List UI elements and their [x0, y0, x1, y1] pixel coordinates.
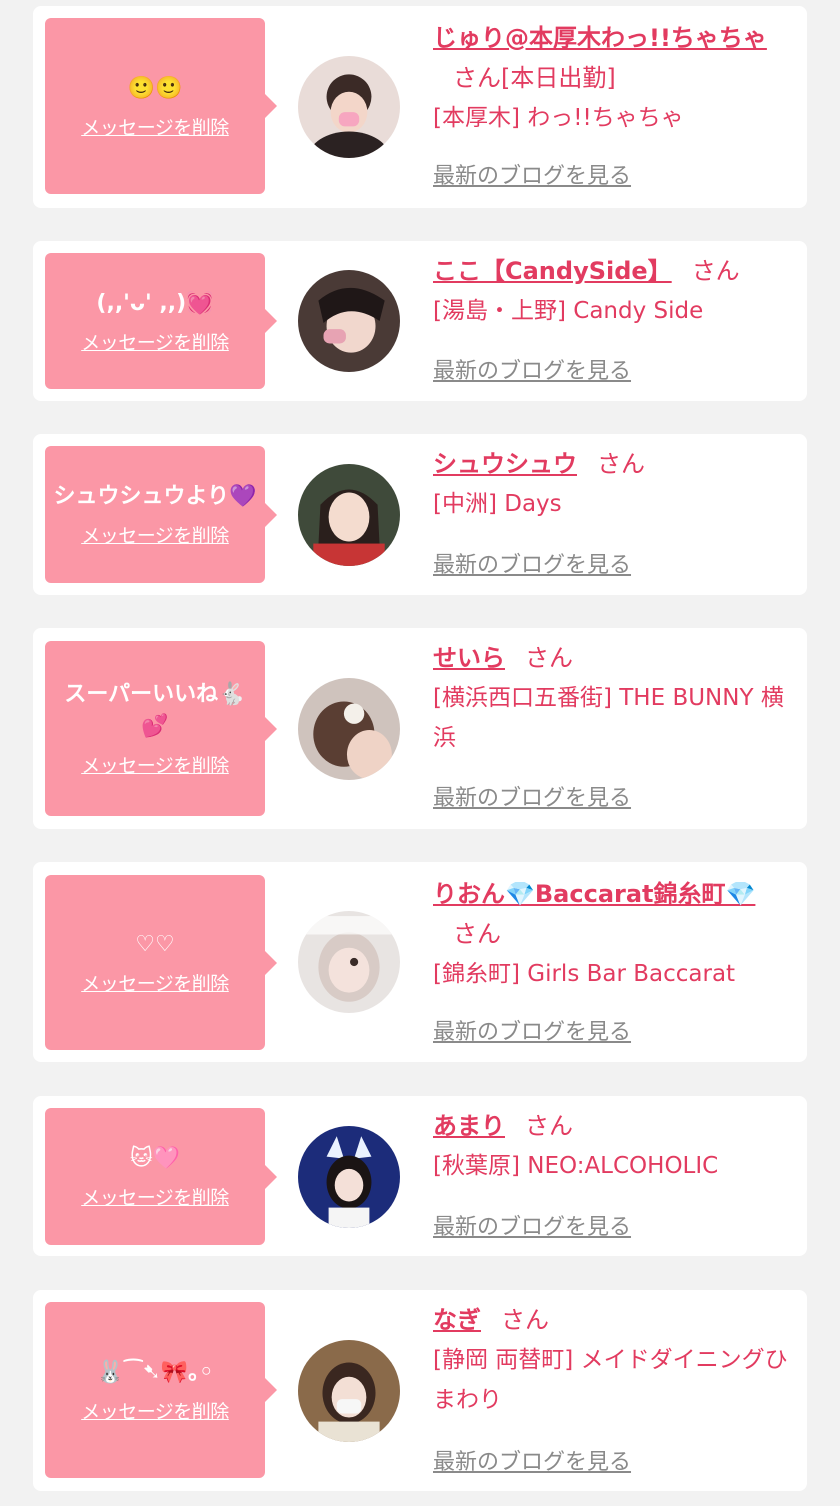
delete-message-link[interactable]: メッセージを削除	[81, 751, 229, 778]
latest-blog-link[interactable]: 最新のブログを見る	[433, 780, 631, 812]
cast-name-link[interactable]: せいら	[433, 644, 505, 672]
latest-blog-link[interactable]: 最新のブログを見る	[433, 547, 631, 579]
shop-name: [横浜西口五番街] THE BUNNY 横浜	[433, 685, 784, 751]
delete-message-link[interactable]: メッセージを削除	[81, 113, 229, 140]
shop-name: [中洲] Days	[433, 491, 562, 517]
name-line: シュウシュウ さん	[433, 444, 789, 484]
cast-info: あまり さん [秋葉原] NEO:ALCOHOLIC	[433, 1106, 789, 1186]
latest-blog-link[interactable]: 最新のブログを見る	[433, 1444, 631, 1476]
latest-blog-link[interactable]: 最新のブログを見る	[433, 158, 631, 190]
cast-info: せいら さん [横浜西口五番街] THE BUNNY 横浜	[433, 638, 789, 758]
message-card: スーパーいいね🐇💕 メッセージを削除 せいら さん [横浜西口五番街] THE B…	[33, 628, 807, 829]
shop-name: [錦糸町] Girls Bar Baccarat	[433, 961, 736, 987]
message-text: スーパーいいね🐇💕	[64, 682, 246, 739]
cast-name-link[interactable]: じゅり@本厚木わっ!!ちゃちゃ	[433, 24, 767, 52]
cast-info: ここ【CandySide】 さん [湯島・上野] Candy Side	[433, 251, 789, 331]
message-bubble: スーパーいいね🐇💕 メッセージを削除	[45, 641, 277, 816]
message-card: 🐰⁀➷🎀｡◦ メッセージを削除 なぎ さん [静岡 両替町] メイドダイニングひま…	[33, 1290, 807, 1491]
avatar[interactable]	[298, 1126, 400, 1228]
cast-name-link[interactable]: なぎ	[433, 1306, 481, 1334]
name-line: じゅり@本厚木わっ!!ちゃちゃさん[本日出勤]	[433, 18, 789, 98]
cast-name-link[interactable]: ここ【CandySide】	[433, 257, 672, 285]
avatar[interactable]	[298, 911, 400, 1013]
name-line: ここ【CandySide】 さん	[433, 251, 789, 291]
message-bubble: 🐱🩷 メッセージを削除	[45, 1108, 277, 1245]
honorific: さん	[691, 257, 740, 285]
honorific: さん[本日出勤]	[453, 64, 616, 92]
message-text: (,,'ᴗ' ,,)💓	[96, 290, 214, 316]
cast-info: じゅり@本厚木わっ!!ちゃちゃさん[本日出勤] [本厚木] わっ!!ちゃちゃ	[433, 18, 789, 138]
latest-blog-link[interactable]: 最新のブログを見る	[433, 353, 631, 385]
message-bubble: シュウシュウより💜 メッセージを削除	[45, 446, 277, 583]
name-line: りおん💎Baccarat錦糸町💎 さん	[433, 874, 789, 954]
honorific: さん	[597, 450, 645, 478]
latest-blog-link[interactable]: 最新のブログを見る	[433, 1209, 631, 1241]
message-card: ♡♡ メッセージを削除 りおん💎Baccarat錦糸町💎 さん [錦糸町] Gir…	[33, 862, 807, 1062]
message-card: 🐱🩷 メッセージを削除 あまり さん [秋葉原] NEO:ALCOHOLIC 最新…	[33, 1096, 807, 1256]
honorific: さん	[525, 1112, 573, 1140]
avatar[interactable]	[298, 56, 400, 158]
message-text: シュウシュウより💜	[53, 484, 257, 509]
shop-name: [本厚木] わっ!!ちゃちゃ	[433, 105, 684, 131]
message-bubble: (,,'ᴗ' ,,)💓 メッセージを削除	[45, 253, 277, 389]
name-line: あまり さん	[433, 1106, 789, 1146]
message-bubble: ♡♡ メッセージを削除	[45, 875, 277, 1050]
cast-name-link[interactable]: りおん💎Baccarat錦糸町💎	[433, 880, 755, 908]
delete-message-link[interactable]: メッセージを削除	[81, 1397, 229, 1424]
cast-name-link[interactable]: シュウシュウ	[433, 450, 577, 478]
avatar[interactable]	[298, 464, 400, 566]
message-bubble: 🐰⁀➷🎀｡◦ メッセージを削除	[45, 1302, 277, 1478]
message-card: シュウシュウより💜 メッセージを削除 シュウシュウ さん [中洲] Days 最新…	[33, 434, 807, 595]
shop-name: [秋葉原] NEO:ALCOHOLIC	[433, 1153, 719, 1179]
avatar[interactable]	[298, 270, 400, 372]
cast-info: シュウシュウ さん [中洲] Days	[433, 444, 789, 524]
message-card: (,,'ᴗ' ,,)💓 メッセージを削除 ここ【CandySide】 さん [湯島…	[33, 241, 807, 401]
name-line: せいら さん	[433, 638, 789, 678]
delete-message-link[interactable]: メッセージを削除	[81, 969, 229, 996]
avatar[interactable]	[298, 1340, 400, 1442]
cast-info: りおん💎Baccarat錦糸町💎 さん [錦糸町] Girls Bar Bacca…	[433, 874, 789, 994]
avatar[interactable]	[298, 678, 400, 780]
message-text: ♡♡	[135, 932, 175, 957]
cast-info: なぎ さん [静岡 両替町] メイドダイニングひまわり	[433, 1300, 789, 1420]
cast-name-link[interactable]: あまり	[433, 1112, 505, 1140]
shop-name: [静岡 両替町] メイドダイニングひまわり	[433, 1347, 788, 1413]
latest-blog-link[interactable]: 最新のブログを見る	[433, 1014, 631, 1046]
message-text: 🐰⁀➷🎀｡◦	[96, 1359, 214, 1385]
message-card: 🙂🙂 メッセージを削除 じゅり@本厚木わっ!!ちゃちゃさん[本日出勤] [本厚木…	[33, 6, 807, 208]
delete-message-link[interactable]: メッセージを削除	[81, 521, 229, 548]
honorific: さん	[453, 920, 501, 948]
message-text: 🙂🙂	[127, 75, 183, 101]
delete-message-link[interactable]: メッセージを削除	[81, 328, 229, 355]
message-text: 🐱🩷	[129, 1146, 181, 1171]
honorific: さん	[525, 644, 573, 672]
honorific: さん	[501, 1306, 549, 1334]
shop-name: [湯島・上野] Candy Side	[433, 298, 704, 324]
delete-message-link[interactable]: メッセージを削除	[81, 1183, 229, 1210]
message-bubble: 🙂🙂 メッセージを削除	[45, 18, 277, 194]
name-line: なぎ さん	[433, 1300, 789, 1340]
